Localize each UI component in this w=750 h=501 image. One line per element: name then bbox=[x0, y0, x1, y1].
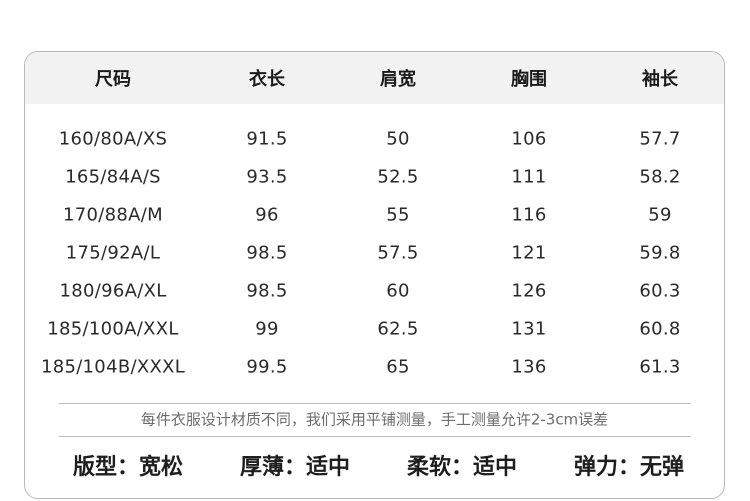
cell-shoulder: 50 bbox=[386, 128, 410, 150]
cell-chest: 106 bbox=[511, 128, 547, 150]
cell-length: 91.5 bbox=[246, 128, 288, 150]
cell-shoulder: 55 bbox=[386, 204, 410, 226]
property-elasticity: 弹力：无弹 bbox=[573, 455, 685, 480]
cell-chest: 111 bbox=[511, 166, 547, 188]
property-softness: 柔软：适中 bbox=[406, 455, 518, 480]
cell-length: 99.5 bbox=[246, 356, 288, 378]
cell-sleeve: 60.3 bbox=[639, 280, 681, 302]
cell-length: 93.5 bbox=[246, 166, 288, 188]
cell-sleeve: 58.2 bbox=[639, 166, 681, 188]
note-top-divider bbox=[59, 403, 691, 404]
cell-length: 99 bbox=[255, 318, 279, 340]
cell-size: 170/88A/M bbox=[63, 204, 163, 226]
cell-size: 185/100A/XXL bbox=[47, 318, 179, 340]
cell-sleeve: 59 bbox=[648, 204, 672, 226]
cell-shoulder: 62.5 bbox=[377, 318, 419, 340]
property-fit: 版型：宽松 bbox=[72, 455, 184, 480]
cell-chest: 136 bbox=[511, 356, 547, 378]
cell-length: 98.5 bbox=[246, 242, 288, 264]
property-thickness: 厚薄：适中 bbox=[239, 455, 351, 480]
note-bottom-divider bbox=[59, 436, 691, 437]
cell-size: 165/84A/S bbox=[65, 166, 161, 188]
cell-length: 98.5 bbox=[246, 280, 288, 302]
cell-chest: 121 bbox=[511, 242, 547, 264]
header-length: 衣长 bbox=[249, 69, 285, 90]
cell-size: 185/104B/XXXL bbox=[40, 356, 186, 378]
measurement-note: 每件衣服设计材质不同，我们采用平铺测量，手工测量允许2-3cm误差 bbox=[140, 410, 609, 429]
cell-shoulder: 60 bbox=[386, 280, 410, 302]
cell-length: 96 bbox=[255, 204, 279, 226]
cell-chest: 116 bbox=[511, 204, 547, 226]
cell-size: 175/92A/L bbox=[65, 242, 161, 264]
cell-sleeve: 59.8 bbox=[639, 242, 681, 264]
cell-shoulder: 65 bbox=[386, 356, 410, 378]
header-sleeve: 袖长 bbox=[642, 69, 678, 90]
size-chart-card: 尺码 衣长 肩宽 胸围 袖长 160/80A/XS 91.5 50 106 57… bbox=[24, 51, 725, 499]
cell-sleeve: 60.8 bbox=[639, 318, 681, 340]
cell-shoulder: 52.5 bbox=[377, 166, 419, 188]
cell-size: 180/96A/XL bbox=[59, 280, 167, 302]
cell-shoulder: 57.5 bbox=[377, 242, 419, 264]
cell-size: 160/80A/XS bbox=[58, 128, 168, 150]
cell-chest: 131 bbox=[511, 318, 547, 340]
cell-sleeve: 57.7 bbox=[639, 128, 681, 150]
cell-chest: 126 bbox=[511, 280, 547, 302]
cell-sleeve: 61.3 bbox=[639, 356, 681, 378]
header-size: 尺码 bbox=[95, 69, 131, 90]
header-shoulder: 肩宽 bbox=[380, 69, 416, 90]
table-header: 尺码 衣长 肩宽 胸围 袖长 bbox=[25, 52, 724, 104]
header-chest: 胸围 bbox=[511, 69, 547, 90]
